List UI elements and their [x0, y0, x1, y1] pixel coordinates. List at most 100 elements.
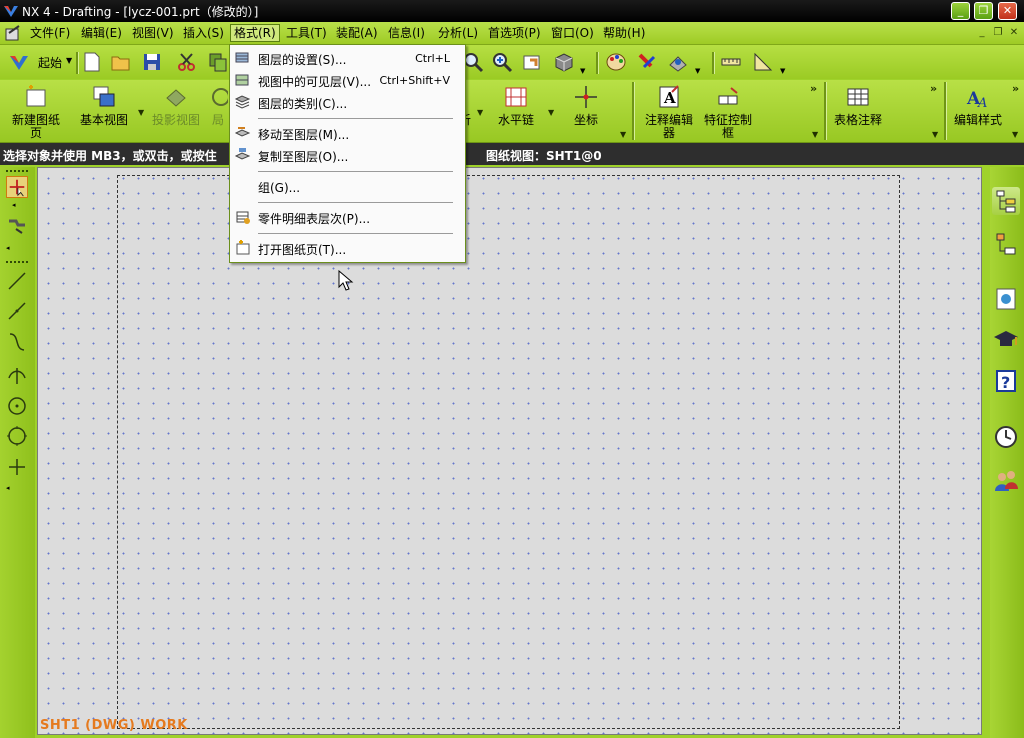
new-sheet-button[interactable]: 新建图纸页	[8, 84, 64, 140]
base-view-dropdown-icon[interactable]: ▼	[138, 108, 144, 117]
select-tool-icon[interactable]	[6, 176, 28, 198]
measure-distance-icon[interactable]	[720, 51, 742, 73]
minimize-button[interactable]: _	[951, 2, 970, 20]
pan-icon[interactable]	[521, 51, 543, 73]
menu-assemblies[interactable]: 装配(A)	[333, 25, 381, 41]
detail-view-button[interactable]: 局	[208, 84, 228, 127]
maximize-button[interactable]: ❐	[974, 2, 993, 20]
ordinate-label: 坐标	[573, 113, 598, 127]
new-sheet-label: 新建图纸页	[11, 113, 60, 140]
line-tool-icon[interactable]	[6, 270, 28, 292]
detail-view-label: 局	[211, 113, 224, 127]
start-icon[interactable]	[8, 51, 30, 73]
menu-insert[interactable]: 插入(S)	[180, 25, 227, 41]
menu-analysis[interactable]: 分析(L)	[435, 25, 481, 41]
annotation-editor-button[interactable]: A 注释编辑器	[641, 84, 697, 140]
resource-tab-roles[interactable]	[992, 467, 1020, 495]
resource-tab-assembly-navigator[interactable]	[992, 231, 1020, 259]
menu-view[interactable]: 视图(V)	[129, 25, 177, 41]
copy-to-layer-icon	[234, 148, 251, 160]
toolbar-overflow-chevron-icon[interactable]: »	[810, 82, 817, 95]
resource-tab-web-browser[interactable]	[992, 285, 1020, 313]
feature-control-frame-button[interactable]: 特征控制框	[700, 84, 756, 140]
window-title: NX 4 - Drafting - [lycz-001.prt（修改的）]	[22, 5, 259, 19]
style-group-dropdown-icon[interactable]: ▼	[1012, 130, 1018, 139]
shaded-view-icon[interactable]	[553, 51, 575, 73]
menu-item-layer-category[interactable]: 图层的类别(C)...	[230, 92, 465, 112]
menu-item-move-to-layer[interactable]: 移动至图层(M)...	[230, 123, 465, 143]
part-navigator-icon	[996, 190, 1016, 213]
measure-angle-icon[interactable]	[752, 51, 774, 73]
app-menu-icon[interactable]	[5, 24, 23, 42]
ordinate-button[interactable]: 坐标	[566, 84, 606, 127]
menu-file[interactable]: 文件(F)	[27, 25, 73, 41]
point-tool-icon[interactable]	[6, 456, 28, 478]
parts-list-levels-icon	[236, 211, 250, 224]
line-points-tool-icon[interactable]	[6, 300, 28, 322]
palette-expand-arrow-icon[interactable]: ◂	[6, 244, 10, 252]
palette-expand-arrow-icon[interactable]: ◂	[6, 484, 10, 492]
format-dropdown-menu: 图层的设置(S)... Ctrl+L 视图中的可见层(V)... Ctrl+Sh…	[229, 44, 466, 263]
menu-edit[interactable]: 编辑(E)	[78, 25, 125, 41]
resource-tab-history[interactable]	[992, 423, 1020, 451]
base-view-button[interactable]: 基本视图	[74, 84, 134, 127]
tabular-note-button[interactable]: 表格注释	[830, 84, 886, 127]
doc-minimize-button[interactable]: _	[976, 28, 988, 38]
table-group-dropdown-icon[interactable]: ▼	[932, 130, 938, 139]
toolbar-overflow-chevron-icon[interactable]: »	[930, 82, 937, 95]
shaded-view-dropdown-icon[interactable]: ▼	[580, 67, 585, 75]
dimension-dropdown-icon[interactable]: ▼	[477, 108, 483, 117]
ordinate-icon	[575, 86, 597, 108]
start-dropdown-icon[interactable]: ▼	[66, 56, 72, 65]
toolbar-overflow-chevron-icon[interactable]: »	[1012, 82, 1019, 95]
visible-layers-icon	[235, 74, 249, 86]
edit-style-button[interactable]: AA 编辑样式	[950, 84, 1006, 127]
curve-tool-icon[interactable]	[6, 331, 28, 353]
menu-information[interactable]: 信息(I)	[385, 25, 428, 41]
hide-show-dropdown-icon[interactable]: ▼	[695, 67, 700, 75]
title-bar[interactable]: NX 4 - Drafting - [lycz-001.prt（修改的）] _ …	[0, 0, 1024, 22]
palette-grip[interactable]	[6, 170, 28, 174]
palette-grip[interactable]	[6, 261, 28, 265]
palette-expand-arrow-icon[interactable]: ◂	[12, 201, 16, 209]
menu-tools[interactable]: 工具(T)	[283, 25, 330, 41]
circle-tool-icon[interactable]	[6, 425, 28, 447]
arc-tool-icon[interactable]	[6, 364, 28, 386]
chain-dropdown-icon[interactable]: ▼	[548, 108, 554, 117]
menu-help[interactable]: 帮助(H)	[600, 25, 648, 41]
menu-format[interactable]: 格式(R)	[230, 24, 280, 42]
menu-item-group[interactable]: 组(G)...	[230, 176, 465, 196]
measure-dropdown-icon[interactable]: ▼	[780, 67, 785, 75]
close-button[interactable]: ✕	[998, 2, 1017, 20]
horizontal-chain-button[interactable]: 水平链	[492, 84, 540, 127]
resource-tab-part-navigator[interactable]	[992, 187, 1020, 215]
menu-preferences[interactable]: 首选项(P)	[485, 25, 544, 41]
hide-show-icon[interactable]	[667, 51, 689, 73]
menu-item-copy-to-layer[interactable]: 复制至图层(O)...	[230, 145, 465, 165]
doc-restore-button[interactable]: ❐	[992, 28, 1004, 38]
start-button-label[interactable]: 起始	[38, 54, 62, 71]
snap-point-tool-icon[interactable]	[6, 213, 28, 235]
nx-logo-icon	[4, 6, 18, 17]
edit-object-display-icon[interactable]	[636, 51, 658, 73]
doc-close-button[interactable]: ✕	[1008, 28, 1020, 38]
zoom-in-icon[interactable]	[491, 51, 513, 73]
new-file-icon[interactable]	[81, 51, 103, 73]
save-icon[interactable]	[141, 51, 163, 73]
resource-tab-help[interactable]: ?	[992, 367, 1020, 395]
projected-view-button[interactable]: 投影视图	[148, 84, 204, 127]
dimension-group-dropdown-icon[interactable]: ▼	[620, 130, 626, 139]
annotation-group-dropdown-icon[interactable]: ▼	[812, 130, 818, 139]
circle-center-tool-icon[interactable]	[6, 395, 28, 417]
menu-item-label: 复制至图层(O)...	[258, 150, 349, 164]
menu-item-layer-settings[interactable]: 图层的设置(S)... Ctrl+L	[230, 48, 465, 68]
resource-tab-training[interactable]	[992, 325, 1020, 353]
copy-icon[interactable]	[207, 51, 229, 73]
menu-item-visible-layers[interactable]: 视图中的可见层(V)... Ctrl+Shift+V	[230, 70, 465, 90]
menu-item-parts-list-levels[interactable]: 零件明细表层次(P)...	[230, 207, 465, 227]
open-folder-icon[interactable]	[110, 51, 132, 73]
color-palette-icon[interactable]	[605, 51, 627, 73]
menu-window[interactable]: 窗口(O)	[548, 25, 597, 41]
menu-item-open-drawing-sheet[interactable]: 打开图纸页(T)...	[230, 238, 465, 258]
cut-icon[interactable]	[176, 51, 198, 73]
